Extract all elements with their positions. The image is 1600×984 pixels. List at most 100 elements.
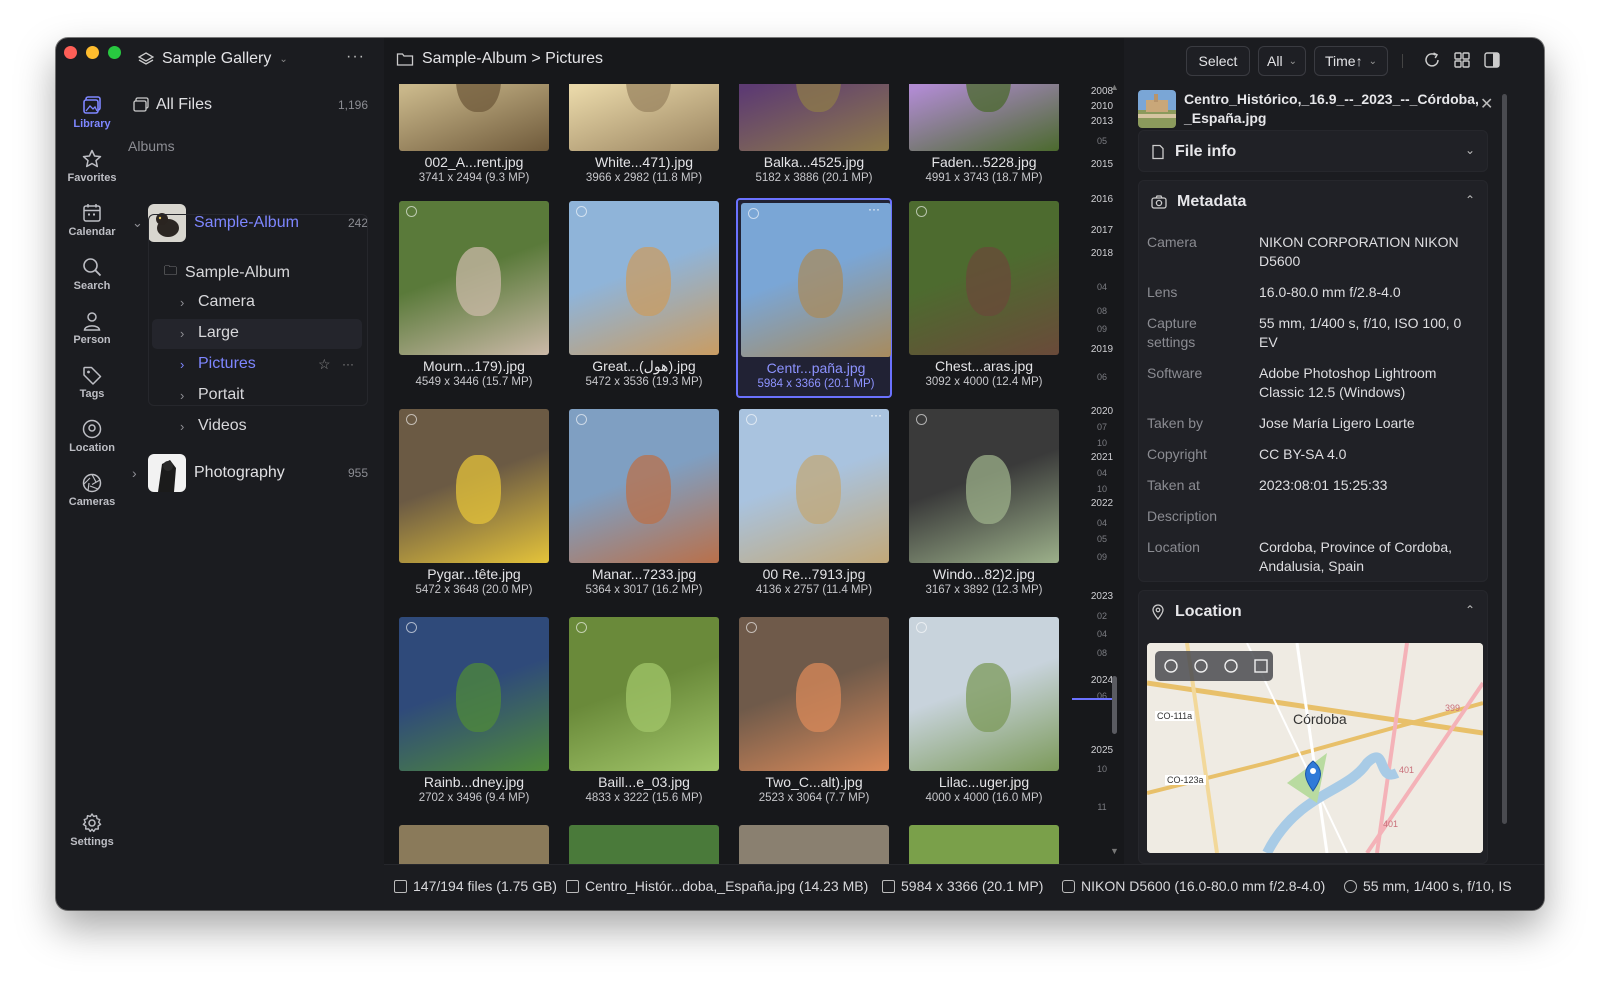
timeline-scrubber[interactable]: 2008 2010 2013 05 2015 2016 2017 2018 04 08 09 2019…: [1084, 84, 1128, 864]
rail-settings[interactable]: Settings: [56, 812, 128, 848]
chevron-up-icon[interactable]: ⌃: [1465, 603, 1475, 617]
timeline-year[interactable]: 2022: [1084, 498, 1120, 509]
timeline-year[interactable]: 2023: [1084, 591, 1120, 602]
timeline-year[interactable]: 2016: [1084, 194, 1120, 205]
grid-view-icon[interactable]: [1452, 50, 1472, 70]
timeline-year[interactable]: 2020: [1084, 406, 1120, 417]
timeline-month[interactable]: 04: [1084, 282, 1120, 292]
rail-favorites[interactable]: Favorites: [56, 148, 128, 184]
gallery-switcher[interactable]: Sample Gallery ⌄: [138, 50, 288, 68]
toggle-inspector-icon[interactable]: [1482, 50, 1502, 70]
filter-dropdown[interactable]: All ⌄: [1258, 46, 1306, 76]
tile-more-icon[interactable]: ···: [870, 408, 882, 422]
photo-tile[interactable]: Lilac...uger.jpg 4000 x 4000 (16.0 MP): [906, 614, 1062, 814]
metadata-value[interactable]: 55 mm, 1/400 s, f/10, ISO 100, 0 EV: [1259, 314, 1479, 352]
timeline-month[interactable]: 08: [1084, 306, 1120, 316]
timeline-year[interactable]: 2021: [1084, 452, 1120, 463]
tree-item-large[interactable]: › Large: [180, 324, 239, 342]
metadata-value[interactable]: Adobe Photoshop Lightroom Classic 12.5 (…: [1259, 364, 1479, 402]
photo-tile[interactable]: ··· 00 Re...7913.jpg 4136 x 2757 (11.4 MP): [736, 406, 892, 606]
rail-calendar[interactable]: Calendar: [56, 202, 128, 238]
scroll-up-arrow[interactable]: ▲: [1110, 82, 1119, 92]
chevron-right-icon[interactable]: ›: [132, 465, 148, 481]
timeline-year[interactable]: 2013: [1084, 116, 1120, 127]
rail-person[interactable]: Person: [56, 310, 128, 346]
file-info-panel[interactable]: File info ⌄: [1138, 130, 1488, 172]
timeline-month[interactable]: 07: [1084, 422, 1120, 432]
rail-tags[interactable]: Tags: [56, 364, 128, 400]
rail-search[interactable]: Search: [56, 256, 128, 292]
scroll-down-arrow[interactable]: ▼: [1110, 846, 1119, 856]
metadata-value[interactable]: Jose María Ligero Loarte: [1259, 414, 1479, 433]
timeline-month[interactable]: 09: [1084, 324, 1120, 334]
tree-item-videos[interactable]: › Videos: [180, 417, 247, 435]
close-window-button[interactable]: [64, 46, 77, 59]
metadata-value[interactable]: NIKON CORPORATION NIKON D5600: [1259, 233, 1479, 271]
chevron-down-icon[interactable]: ⌄: [132, 215, 148, 231]
sort-dropdown[interactable]: Time↑ ⌄: [1314, 46, 1388, 76]
tree-item-pictures[interactable]: › Pictures ☆ ···: [180, 355, 370, 373]
photo-tile[interactable]: [906, 822, 1062, 864]
rail-location[interactable]: Location: [56, 418, 128, 454]
timeline-month[interactable]: 11: [1084, 802, 1120, 812]
timeline-month[interactable]: 05: [1084, 534, 1120, 544]
photo-tile[interactable]: Windo...82)2.jpg 3167 x 3892 (12.3 MP): [906, 406, 1062, 606]
timeline-month[interactable]: 09: [1084, 552, 1120, 562]
minimize-window-button[interactable]: [86, 46, 99, 59]
timeline-month[interactable]: 10: [1084, 438, 1120, 448]
photo-tile[interactable]: ··· Centr...paña.jpg 5984 x 3366 (20.1 MP): [736, 198, 892, 398]
timeline-month[interactable]: 06: [1084, 372, 1120, 382]
timeline-scroll-thumb[interactable]: [1112, 676, 1117, 734]
all-files-item[interactable]: All Files 1,196: [132, 96, 378, 114]
tree-item-portait[interactable]: › Portait: [180, 386, 244, 404]
timeline-month[interactable]: 02: [1084, 611, 1120, 621]
metadata-value[interactable]: 2023:08:01 15:25:33: [1259, 476, 1479, 495]
photo-tile[interactable]: Baill...e_03.jpg 4833 x 3222 (15.6 MP): [566, 614, 722, 814]
photo-tile[interactable]: [396, 822, 552, 864]
more-icon[interactable]: ···: [342, 357, 354, 371]
photo-tile[interactable]: Faden...5228.jpg 4991 x 3743 (18.7 MP): [906, 84, 1062, 194]
photo-tile[interactable]: Chest...aras.jpg 3092 x 4000 (12.4 MP): [906, 198, 1062, 398]
timeline-month[interactable]: 04: [1084, 468, 1120, 478]
timeline-year[interactable]: 2015: [1084, 159, 1120, 170]
photo-tile[interactable]: [566, 822, 722, 864]
timeline-year[interactable]: 2025: [1084, 745, 1120, 756]
chevron-down-icon[interactable]: ⌄: [1465, 143, 1475, 157]
photo-tile[interactable]: Great...(هول).jpg 5472 x 3536 (19.3 MP): [566, 198, 722, 398]
timeline-year[interactable]: 2019: [1084, 344, 1120, 355]
timeline-month[interactable]: 10: [1084, 764, 1120, 774]
rail-cameras[interactable]: Cameras: [56, 472, 128, 508]
metadata-value[interactable]: Cordoba, Province of Cordoba, Andalusia,…: [1259, 538, 1479, 576]
inspector-scrollbar[interactable]: [1502, 94, 1507, 824]
photo-tile[interactable]: Balka...4525.jpg 5182 x 3886 (20.1 MP): [736, 84, 892, 194]
metadata-value[interactable]: 16.0-80.0 mm f/2.8-4.0: [1259, 283, 1479, 302]
album-photography[interactable]: › Photography 955: [132, 454, 378, 492]
timeline-month[interactable]: 05: [1084, 136, 1120, 146]
photo-tile[interactable]: Manar...7233.jpg 5364 x 3017 (16.2 MP): [566, 406, 722, 606]
photo-tile[interactable]: [736, 822, 892, 864]
timeline-year[interactable]: 2018: [1084, 248, 1120, 259]
timeline-month[interactable]: 08: [1084, 648, 1120, 658]
photo-tile[interactable]: Two_C...alt).jpg 2523 x 3064 (7.7 MP): [736, 614, 892, 814]
photo-tile[interactable]: 002_A...rent.jpg 3741 x 2494 (9.3 MP): [396, 84, 552, 194]
photo-tile[interactable]: Mourn...179).jpg 4549 x 3446 (15.7 MP): [396, 198, 552, 398]
timeline-month[interactable]: 04: [1084, 518, 1120, 528]
photo-tile[interactable]: Pygar...tête.jpg 5472 x 3648 (20.0 MP): [396, 406, 552, 606]
timeline-year[interactable]: 2010: [1084, 101, 1120, 112]
timeline-month[interactable]: 04: [1084, 629, 1120, 639]
tile-more-icon[interactable]: ···: [868, 202, 880, 216]
timeline-month[interactable]: 10: [1084, 484, 1120, 494]
select-button[interactable]: Select: [1186, 46, 1250, 76]
photo-tile[interactable]: White...471).jpg 3966 x 2982 (11.8 MP): [566, 84, 722, 194]
location-map[interactable]: Córdoba CO-111a CO-123a 399 401 401: [1147, 643, 1483, 853]
chevron-up-icon[interactable]: ⌃: [1465, 193, 1475, 207]
tree-item-camera[interactable]: › Camera: [180, 293, 255, 311]
zoom-window-button[interactable]: [108, 46, 121, 59]
refresh-icon[interactable]: [1422, 50, 1442, 70]
photo-tile[interactable]: Rainb...dney.jpg 2702 x 3496 (9.4 MP): [396, 614, 552, 814]
star-icon[interactable]: ☆: [318, 356, 331, 373]
metadata-value[interactable]: CC BY-SA 4.0: [1259, 445, 1479, 464]
sidebar-more-button[interactable]: ···: [346, 48, 365, 66]
close-icon[interactable]: ✕: [1480, 94, 1493, 114]
timeline-year[interactable]: 2017: [1084, 225, 1120, 236]
